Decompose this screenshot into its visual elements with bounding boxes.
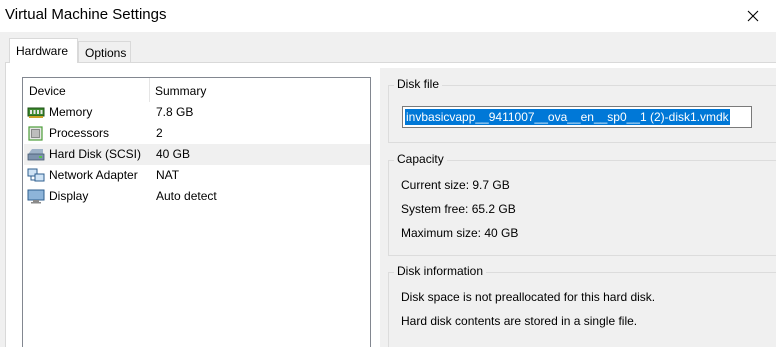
device-summary: NAT: [156, 168, 180, 182]
device-summary: 40 GB: [156, 147, 191, 161]
list-item-network-adapter[interactable]: Network Adapter NAT: [24, 165, 370, 186]
list-item-processors[interactable]: Processors 2: [24, 123, 370, 144]
device-name: Hard Disk (SCSI): [49, 147, 142, 161]
list-item-display[interactable]: Display Auto detect: [24, 186, 370, 207]
device-name: Network Adapter: [49, 168, 138, 182]
memory-icon: [27, 107, 45, 118]
network-adapter-icon: [27, 168, 45, 182]
column-divider[interactable]: [149, 78, 150, 102]
system-free-label: System free: 65.2 GB: [401, 202, 516, 216]
disk-information-group: Disk information Disk space is not preal…: [388, 264, 776, 347]
device-summary: 7.8 GB: [156, 105, 194, 119]
hard-disk-icon: [27, 149, 45, 161]
device-name: Memory: [49, 105, 93, 119]
display-icon: [27, 189, 45, 204]
device-summary: Auto detect: [156, 189, 217, 203]
group-title: Capacity: [394, 152, 447, 166]
list-item-memory[interactable]: Memory 7.8 GB: [24, 102, 370, 123]
title-bar: Virtual Machine Settings: [0, 0, 776, 32]
current-size-label: Current size: 9.7 GB: [401, 178, 510, 192]
capacity-group: Capacity Current size: 9.7 GB System fre…: [388, 152, 776, 256]
device-name: Display: [49, 189, 89, 203]
list-item-hard-disk[interactable]: Hard Disk (SCSI) 40 GB: [24, 144, 370, 165]
disk-file-group: Disk file invbasicvapp__9411007__ova__en…: [388, 77, 776, 143]
device-list[interactable]: Device Summary Memory 7.8 GB Processors …: [22, 77, 371, 347]
tab-hardware[interactable]: Hardware: [9, 38, 78, 63]
maximum-size-label: Maximum size: 40 GB: [401, 226, 519, 240]
column-header-device[interactable]: Device: [29, 84, 66, 98]
group-title: Disk file: [394, 77, 443, 91]
disk-info-line-1: Disk space is not preallocated for this …: [401, 290, 656, 304]
close-icon: [747, 10, 759, 22]
disk-file-field[interactable]: invbasicvapp__9411007__ova__en__sp0__1 (…: [402, 106, 752, 128]
group-title: Disk information: [394, 264, 487, 278]
disk-file-value: invbasicvapp__9411007__ova__en__sp0__1 (…: [405, 109, 730, 125]
tab-label: Options: [85, 45, 127, 60]
disk-info-line-2: Hard disk contents are stored in a singl…: [401, 314, 638, 328]
column-header-summary[interactable]: Summary: [155, 84, 206, 98]
window-title: Virtual Machine Settings: [5, 6, 167, 23]
processor-icon: [28, 126, 43, 141]
device-name: Processors: [49, 126, 110, 140]
tab-label: Hardware: [16, 44, 69, 58]
device-summary: 2: [156, 126, 163, 140]
list-header: Device Summary: [23, 78, 370, 103]
close-button[interactable]: [730, 0, 776, 32]
tab-options[interactable]: Options: [78, 41, 131, 63]
